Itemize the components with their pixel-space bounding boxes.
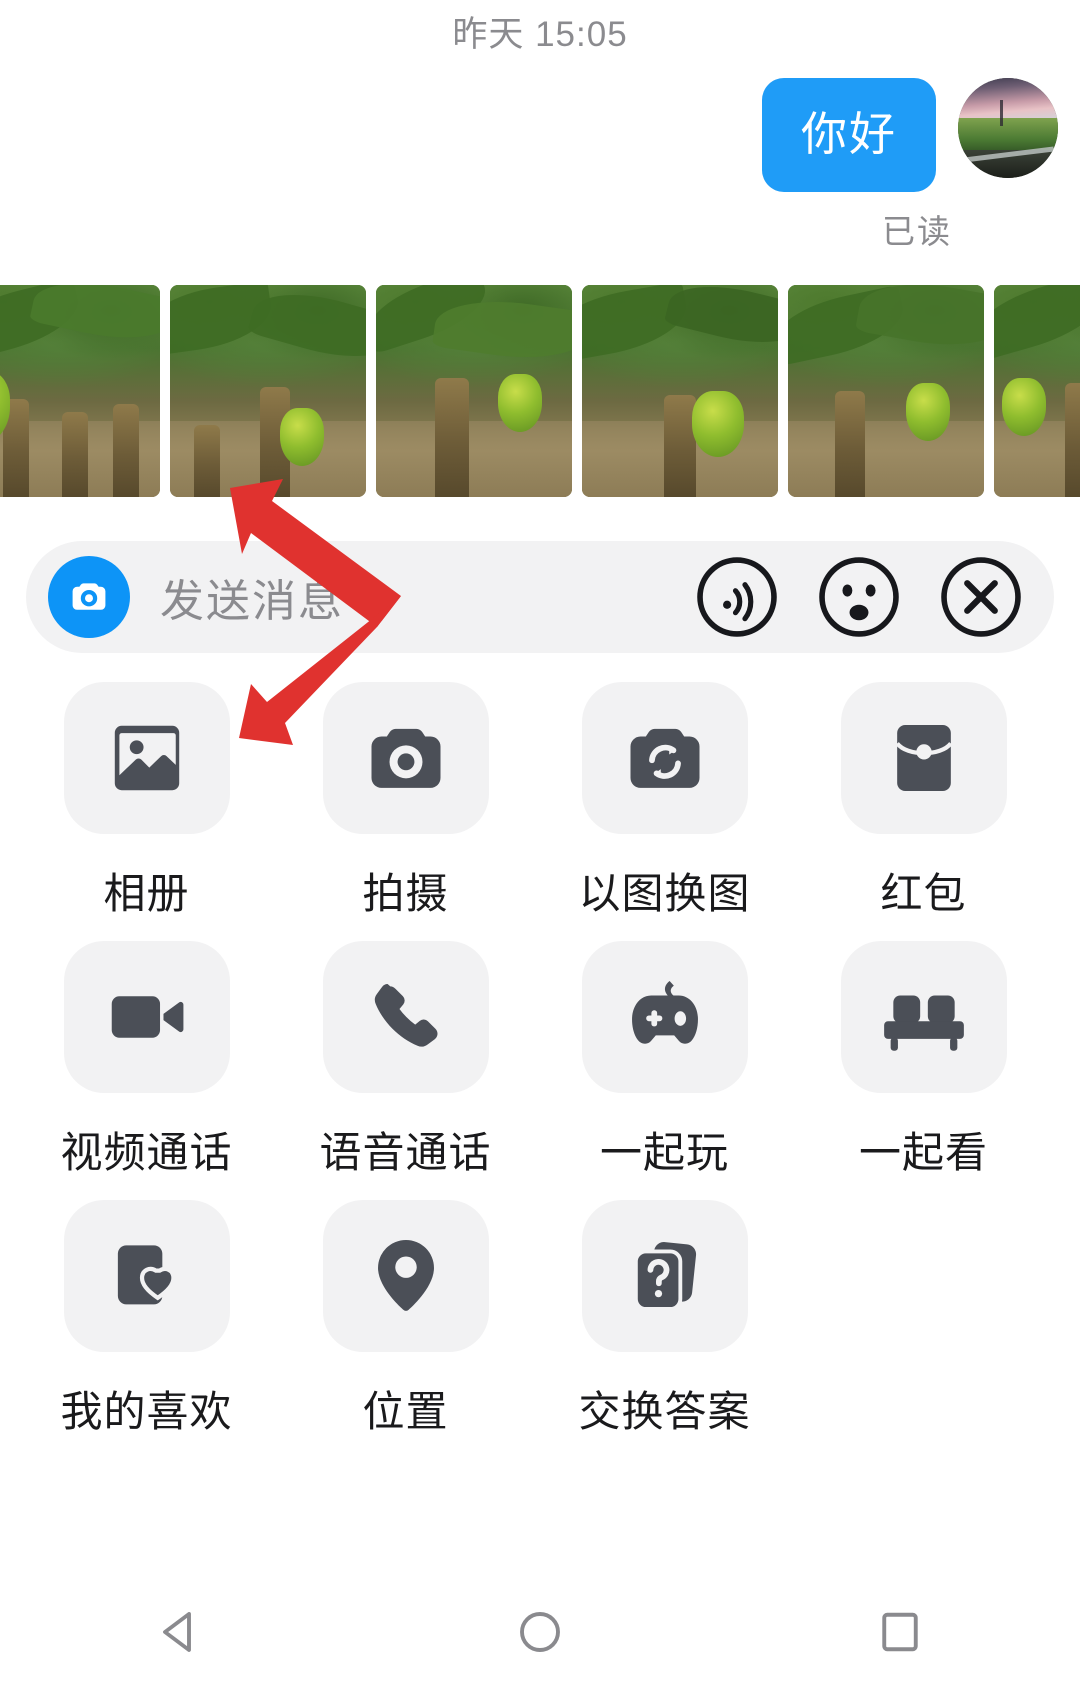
exchange-answers-tile[interactable] (581, 1200, 748, 1352)
attachment-panel: 相册 拍摄 以图换图 红包 视频通话 语音通话 一起玩 一起看 我的喜欢 位置 … (0, 682, 1080, 1459)
voice-call-tile[interactable] (322, 941, 489, 1093)
outgoing-message-row: 你好 (762, 78, 1058, 192)
watch-together-tile[interactable] (840, 941, 1007, 1093)
attachment-item-capture[interactable]: 拍摄 (293, 682, 518, 921)
gamepad-icon (631, 980, 698, 1044)
attachment-label: 语音通话 (319, 1129, 492, 1176)
nav-home-button[interactable] (470, 1587, 610, 1677)
attachment-item-watch-together[interactable]: 一起看 (811, 941, 1036, 1180)
attachment-label: 一起玩 (599, 1129, 729, 1176)
album-tile[interactable] (63, 682, 230, 834)
sofa-icon (883, 995, 964, 1051)
play-together-tile[interactable] (581, 941, 748, 1093)
attachment-label: 位置 (362, 1388, 449, 1435)
emoji-face-icon[interactable] (816, 554, 902, 640)
android-navigation-bar (0, 1557, 1080, 1707)
attachment-item-exchange-answers[interactable]: 交换答案 (552, 1200, 777, 1439)
home-circle-icon (520, 1612, 560, 1652)
attachment-item-my-favorites[interactable]: 我的喜欢 (34, 1200, 259, 1439)
attachment-label: 交换答案 (578, 1388, 751, 1435)
phone-icon (374, 984, 437, 1047)
avatar-sky (958, 78, 1058, 122)
attachment-label: 一起看 (858, 1129, 988, 1176)
back-triangle-icon (163, 1612, 191, 1652)
image-gallery-icon (114, 725, 179, 791)
recents-square-icon (882, 1612, 918, 1652)
close-x-icon[interactable] (938, 554, 1024, 640)
attachment-label: 以图换图 (578, 870, 751, 917)
input-bar-actions (694, 554, 1024, 640)
attachment-item-album[interactable]: 相册 (34, 682, 259, 921)
avatar[interactable] (958, 78, 1058, 178)
attachment-label: 我的喜欢 (60, 1388, 233, 1435)
message-bubble[interactable]: 你好 (762, 78, 936, 192)
message-input-bar[interactable]: 发送消息 (26, 541, 1054, 653)
video-call-tile[interactable] (63, 941, 230, 1093)
nav-recents-button[interactable] (830, 1587, 970, 1677)
attachment-item-red-packet[interactable]: 红包 (811, 682, 1036, 921)
avatar-pole (1000, 100, 1003, 126)
video-camera-icon (111, 996, 183, 1038)
photo-strip[interactable] (0, 285, 1080, 497)
image-swap-tile[interactable] (581, 682, 748, 834)
conversation-timestamp: 昨天 15:05 (452, 15, 628, 54)
camera-icon (371, 728, 440, 788)
attachment-item-location[interactable]: 位置 (293, 1200, 518, 1439)
camera-refresh-icon (630, 728, 699, 788)
attachment-label: 拍摄 (362, 870, 449, 917)
location-tile[interactable] (322, 1200, 489, 1352)
photo-thumbnail[interactable] (994, 285, 1080, 497)
photo-thumbnail[interactable] (376, 285, 572, 497)
photo-thumbnail[interactable] (582, 285, 778, 497)
attachment-label: 相册 (103, 870, 190, 917)
red-packet-tile[interactable] (840, 682, 1007, 834)
heart-card-icon (117, 1245, 176, 1305)
photo-thumbnail[interactable] (0, 285, 160, 497)
camera-shortcut-button[interactable] (48, 556, 130, 638)
message-input-field[interactable]: 发送消息 (160, 565, 694, 629)
nav-back-button[interactable] (110, 1587, 250, 1677)
attachment-item-video-call[interactable]: 视频通话 (34, 941, 259, 1180)
attachment-item-voice-call[interactable]: 语音通话 (293, 941, 518, 1180)
attachment-label: 视频通话 (60, 1129, 233, 1176)
photo-thumbnail[interactable] (170, 285, 366, 497)
photo-thumbnail[interactable] (788, 285, 984, 497)
my-favorites-tile[interactable] (63, 1200, 230, 1352)
attachment-item-image-swap[interactable]: 以图换图 (552, 682, 777, 921)
question-cards-icon (633, 1242, 696, 1311)
read-receipt: 已读 (882, 213, 952, 250)
location-pin-icon (377, 1239, 434, 1311)
voice-wave-icon[interactable] (694, 554, 780, 640)
attachment-item-play-together[interactable]: 一起玩 (552, 941, 777, 1180)
camera-icon (72, 583, 106, 610)
attachment-label: 红包 (880, 870, 967, 917)
capture-tile[interactable] (322, 682, 489, 834)
red-packet-icon (894, 725, 953, 791)
